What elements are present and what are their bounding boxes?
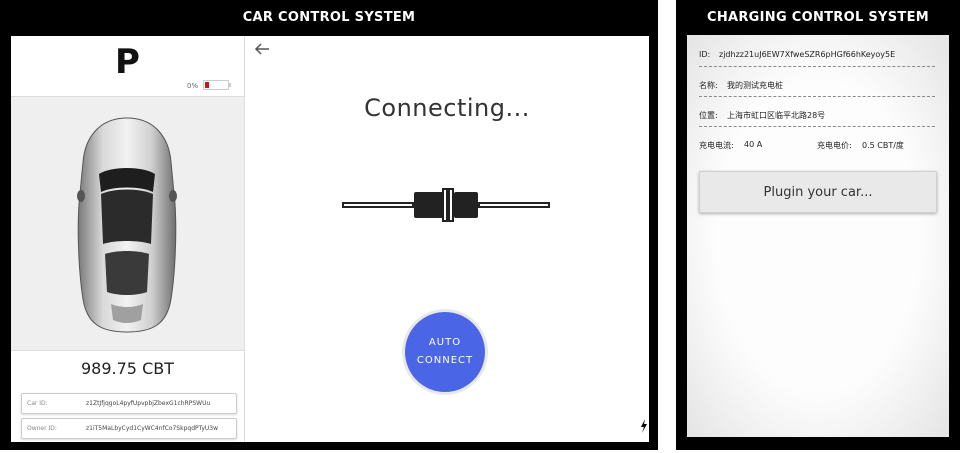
- battery-fill: [205, 82, 209, 88]
- owner-id-value: z1iT5MaLbyCyd1CyWC4nfCo7SkpqdPTyU3w: [86, 425, 219, 432]
- car-id-label: Car ID:: [27, 400, 48, 407]
- balance-amount: 989.75 CBT: [81, 359, 174, 378]
- gear-indicator: P: [115, 42, 140, 82]
- car-id-value: z1ZtJfjqgoL4pyfUpvpbjZbexG1chRPSWUu: [86, 400, 211, 407]
- car-panel: P 0% 989.75 CBT Car ID: z1ZtJfjqgoL4pyfU…: [11, 36, 649, 442]
- car-status-sidebar: P 0% 989.75 CBT Car ID: z1ZtJfjqgoL4pyfU…: [11, 36, 245, 442]
- charger-location-value: 上海市虹口区临平北路28号: [727, 111, 826, 120]
- car-top-view-icon: [77, 117, 177, 333]
- charger-location-row: 位置: 上海市虹口区临平北路28号: [699, 104, 935, 127]
- lightning-bolt-icon: [641, 419, 647, 433]
- charger-location-label: 位置:: [699, 111, 718, 120]
- balance-box: 989.75 CBT Car ID: z1ZtJfjqgoL4pyfUpvpbj…: [11, 350, 244, 442]
- charger-id-row: ID: zjdhzz21uJ6EW7XfweSZR6pHGf66hKeyoy5E: [699, 44, 935, 67]
- owner-id-field: Owner ID: z1iT5MaLbyCyd1CyWC4nfCo7SkpqdP…: [21, 418, 237, 439]
- charger-id-label: ID:: [699, 50, 711, 59]
- car-control-title: CAR CONTROL SYSTEM: [242, 9, 416, 25]
- connection-area: Connecting... AUTO CONNECT: [245, 36, 649, 442]
- auto-connect-line1: AUTO: [428, 337, 462, 348]
- battery-icon: [203, 80, 229, 90]
- charging-current-label: 充电电流:: [699, 141, 734, 150]
- gear-indicator-box: P 0%: [11, 36, 244, 97]
- plug-cable-icon: [342, 188, 550, 222]
- battery-tip: [229, 83, 231, 87]
- charger-name-value: 我的测试充电桩: [727, 81, 783, 90]
- charger-name-row: 名称: 我的测试充电桩: [699, 74, 935, 97]
- plugin-car-button[interactable]: Plugin your car...: [699, 171, 937, 213]
- owner-id-label: Owner ID:: [27, 425, 57, 432]
- auto-connect-line2: CONNECT: [416, 355, 474, 366]
- back-arrow-icon[interactable]: [253, 40, 271, 58]
- connection-status: Connecting...: [364, 94, 530, 122]
- charger-id-value: zjdhzz21uJ6EW7XfweSZR6pHGf66hKeyoy5E: [719, 50, 896, 59]
- battery-percent: 0%: [187, 82, 199, 90]
- car-control-window: CAR CONTROL SYSTEM P 0% 989.75 CBT Car I…: [0, 0, 658, 450]
- charging-current-value: 40 A: [744, 140, 763, 149]
- auto-connect-button[interactable]: AUTO CONNECT: [405, 312, 485, 392]
- charger-electric-row: 充电电流: 40 A 充电电价: 0.5 CBT/度: [699, 134, 935, 156]
- charging-control-window: CHARGING CONTROL SYSTEM ID: zjdhzz21uJ6E…: [676, 0, 960, 450]
- charging-control-title: CHARGING CONTROL SYSTEM: [706, 9, 929, 25]
- charging-panel: ID: zjdhzz21uJ6EW7XfweSZR6pHGf66hKeyoy5E…: [687, 35, 949, 437]
- charging-price-value: 0.5 CBT/度: [862, 141, 904, 150]
- charging-price-label: 充电电价:: [817, 141, 852, 150]
- charger-name-label: 名称:: [699, 81, 718, 90]
- car-id-field: Car ID: z1ZtJfjqgoL4pyfUpvpbjZbexG1chRPS…: [21, 393, 237, 414]
